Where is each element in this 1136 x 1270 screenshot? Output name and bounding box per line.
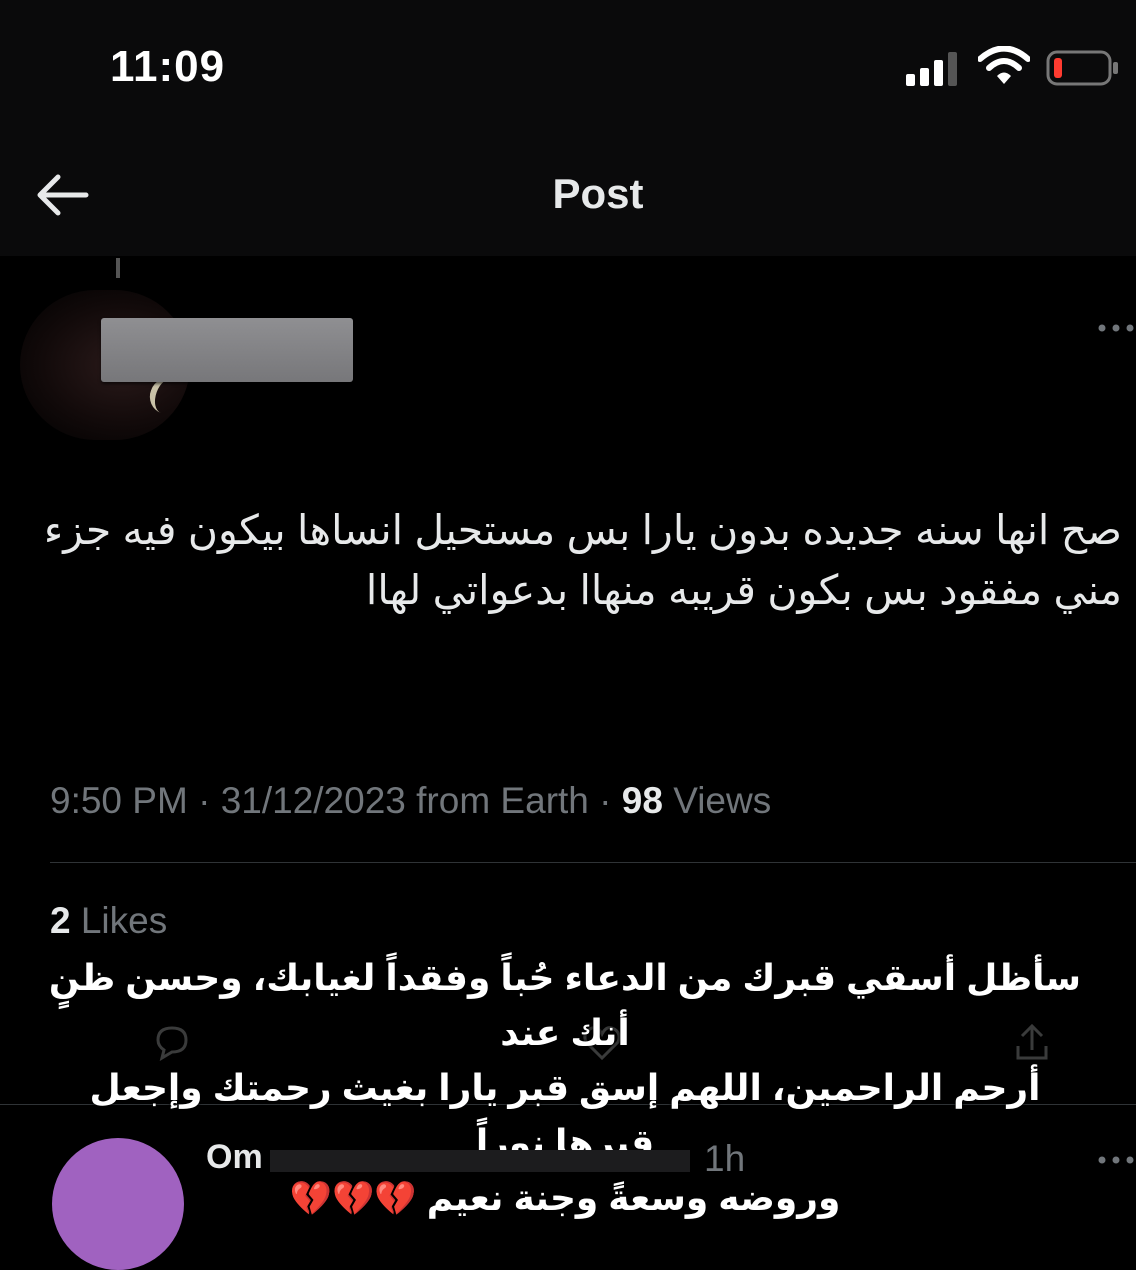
meta-separator: · — [599, 780, 622, 821]
thread-line — [116, 258, 120, 278]
nav-bar: Post — [0, 130, 1136, 256]
battery-icon — [1046, 50, 1118, 86]
likes-count: 2 — [50, 900, 71, 941]
views-label[interactable]: Views — [673, 780, 771, 821]
status-time: 11:09 — [110, 42, 226, 91]
status-bar: 11:09 — [0, 0, 1136, 130]
likes-stat[interactable]: 2 Likes — [50, 900, 167, 942]
post-source: from Earth — [416, 780, 589, 821]
reply-name-redaction — [270, 1150, 690, 1172]
caption-line: وروضه وسعةً وجنة نعيم — [426, 1177, 841, 1218]
caption-line: سأظل أسقي قبرك من الدعاء حُباً وفقداً لغ… — [48, 957, 1082, 1053]
more-horizontal-icon[interactable] — [1096, 318, 1136, 338]
divider — [50, 862, 1136, 863]
broken-heart-icon: 💔💔💔 — [289, 1180, 417, 1218]
reply-author-name-text: Om — [206, 1138, 263, 1176]
reply-time: 1h — [704, 1138, 746, 1179]
wifi-icon — [978, 46, 1030, 84]
post-meta: 9:50 PM · 31/12/2023 from Earth · 98 Vie… — [50, 780, 771, 822]
author-name-redaction — [101, 318, 353, 382]
caption-line-last: وروضه وسعةً وجنة نعيم 💔💔💔 — [40, 1170, 1090, 1227]
post-text: صح انها سنه جديده بدون يارا بس مستحيل ان… — [43, 507, 1122, 613]
more-horizontal-icon[interactable] — [1096, 1150, 1136, 1170]
likes-label: Likes — [80, 900, 168, 941]
page-title: Post — [552, 170, 644, 217]
signal-icon — [906, 52, 957, 86]
post-time: 9:50 PM — [50, 780, 188, 821]
reply-avatar[interactable] — [52, 1138, 184, 1270]
views-count: 98 — [621, 780, 663, 821]
overlay-caption: سأظل أسقي قبرك من الدعاء حُباً وفقداً لغ… — [40, 950, 1090, 1227]
post-date: 31/12/2023 — [220, 780, 406, 821]
meta-separator: · — [198, 780, 221, 821]
